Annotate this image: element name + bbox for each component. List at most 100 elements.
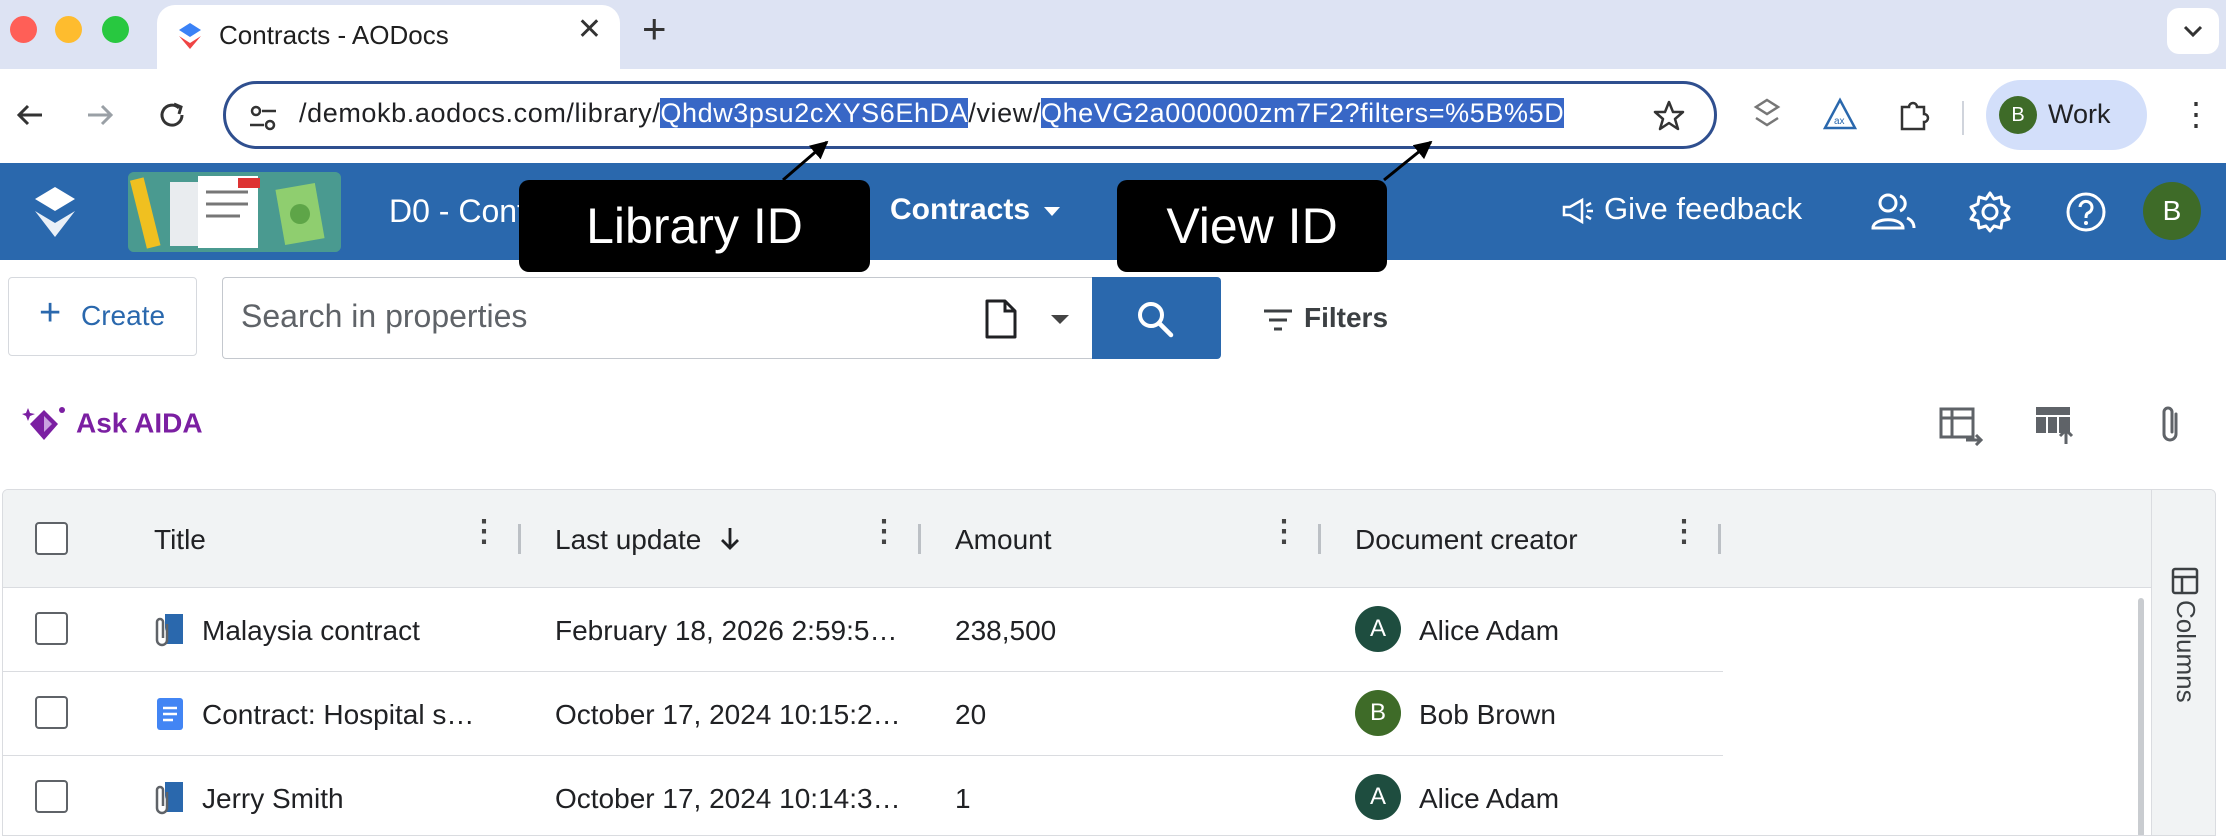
browser-toolbar: /demokb.aodocs.com/library/Qhdw3psu2cXYS… (0, 69, 2226, 163)
user-avatar[interactable]: B (2143, 182, 2201, 240)
window-minimize-button[interactable] (55, 16, 82, 43)
row-creator: Alice Adam (1419, 615, 1560, 646)
filters-button[interactable]: Filters (1262, 302, 1388, 334)
column-resize-handle[interactable] (1718, 524, 1721, 554)
extensions-puzzle-icon[interactable] (1896, 97, 1932, 133)
column-header-document-creator[interactable]: Document creator (1355, 524, 1578, 556)
give-feedback-label: Give feedback (1604, 191, 1803, 226)
table-row[interactable]: Malaysia contract February 18, 2026 2:59… (3, 588, 1723, 672)
create-button[interactable]: + Create (8, 277, 197, 356)
table-row[interactable]: Contract: Hospital s… October 17, 2024 1… (3, 672, 1723, 756)
row-checkbox[interactable] (35, 696, 68, 729)
attachment-doc-icon (155, 782, 183, 815)
browser-menu-icon[interactable]: ⋮ (2180, 95, 2212, 133)
row-amount: 20 (955, 699, 987, 730)
attachment-doc-icon (155, 614, 183, 647)
view-selector-dropdown[interactable]: Contracts (890, 193, 1061, 227)
row-last-update: February 18, 2026 2:59:5… (555, 615, 898, 646)
give-feedback-button[interactable]: Give feedback (1560, 191, 1802, 227)
url-text[interactable]: /demokb.aodocs.com/library/Qhdw3psu2cXYS… (299, 98, 1565, 129)
row-title[interactable]: Malaysia contract (202, 615, 420, 647)
sort-arrow-down-icon (721, 528, 740, 550)
filter-icon (1264, 309, 1292, 331)
column-resize-handle[interactable] (1318, 524, 1321, 554)
table-upload-icon[interactable] (2033, 404, 2079, 446)
column-menu-icon[interactable]: ⋮ (869, 514, 899, 549)
browser-tab-strip: Contracts - AODocs ✕ + (0, 0, 2226, 69)
address-bar[interactable]: /demokb.aodocs.com/library/Qhdw3psu2cXYS… (223, 81, 1717, 149)
column-menu-icon[interactable]: ⋮ (1269, 514, 1299, 549)
row-checkbox[interactable] (35, 612, 68, 645)
document-type-caret-icon[interactable] (1051, 315, 1069, 324)
site-info-icon[interactable] (248, 104, 278, 132)
back-arrow-icon[interactable] (10, 95, 50, 135)
create-label: Create (81, 300, 166, 331)
search-button[interactable] (1092, 277, 1221, 359)
columns-icon (2171, 567, 2199, 595)
search-input[interactable] (241, 298, 941, 335)
row-last-update: October 17, 2024 10:14:3… (555, 783, 901, 814)
library-name[interactable]: D0 - Cont (389, 193, 526, 230)
columns-side-panel-toggle[interactable]: Columns (2151, 490, 2215, 835)
row-creator: Bob Brown (1419, 699, 1556, 730)
documents-table: Title ⋮ Last update ⋮ Amount ⋮ Document … (2, 489, 2216, 836)
tab-title: Contracts - AODocs (219, 20, 449, 50)
column-header-amount[interactable]: Amount (955, 524, 1052, 556)
google-doc-icon (157, 698, 183, 730)
table-scrollbar[interactable] (2138, 598, 2144, 835)
library-id-callout: Library ID (519, 180, 870, 272)
window-close-button[interactable] (10, 16, 37, 43)
profile-label: Work (2048, 99, 2111, 129)
plus-icon: + (39, 292, 62, 334)
profile-avatar: B (1999, 96, 2037, 134)
browser-tab-active[interactable]: Contracts - AODocs ✕ (157, 5, 620, 69)
row-title[interactable]: Jerry Smith (202, 783, 344, 815)
aodocs-favicon-icon (179, 23, 201, 49)
row-checkbox[interactable] (35, 780, 68, 813)
column-header-last-update[interactable]: Last update (555, 524, 743, 556)
table-export-icon[interactable] (1938, 404, 1984, 446)
search-icon (1138, 302, 1174, 338)
row-title[interactable]: Contract: Hospital s… (202, 699, 474, 731)
table-row[interactable]: Jerry Smith October 17, 2024 10:14:3… 1 … (3, 756, 1723, 835)
aodocs-logo-icon[interactable] (32, 185, 78, 239)
view-selector-label: Contracts (890, 193, 1031, 226)
view-id-callout: View ID (1117, 180, 1387, 272)
reload-icon[interactable] (152, 95, 192, 135)
extension-aodocs-icon[interactable] (1752, 97, 1782, 135)
select-all-checkbox[interactable] (35, 522, 68, 555)
column-menu-icon[interactable]: ⋮ (469, 514, 499, 549)
app-header: D0 - Cont Contracts Give feedback B (0, 163, 2226, 260)
attachment-clip-icon[interactable] (2156, 404, 2186, 446)
library-banner-image (128, 172, 341, 252)
url-middle: /view/ (968, 98, 1041, 128)
row-creator: Alice Adam (1419, 783, 1560, 814)
row-amount: 238,500 (955, 615, 1057, 646)
sharing-people-icon[interactable] (1870, 190, 1918, 234)
url-prefix: /demokb.aodocs.com/library/ (299, 98, 661, 128)
close-tab-icon[interactable]: ✕ (577, 15, 602, 45)
window-maximize-button[interactable] (102, 16, 129, 43)
tab-search-button[interactable] (2167, 8, 2219, 54)
column-resize-handle[interactable] (918, 524, 921, 554)
help-icon[interactable] (2064, 190, 2108, 234)
url-library-id: Qhdw3psu2cXYS6EhDA (660, 98, 969, 128)
column-resize-handle[interactable] (518, 524, 521, 554)
profile-button[interactable]: B Work (1986, 80, 2147, 150)
bookmark-star-icon[interactable] (1652, 99, 1686, 133)
forward-arrow-icon[interactable] (80, 95, 120, 135)
chevron-down-icon (2183, 25, 2203, 38)
filters-label: Filters (1304, 302, 1389, 333)
row-last-update: October 17, 2024 10:15:2… (555, 699, 901, 730)
ask-aida-label: Ask AIDA (76, 407, 203, 439)
url-view-id: QheVG2a000000zm7F2?filters=%5B%5D (1040, 98, 1565, 128)
ask-aida-button[interactable]: Ask AIDA (22, 404, 203, 446)
document-type-icon[interactable] (983, 298, 1019, 340)
extension-triangle-icon[interactable]: ax (1822, 97, 1858, 133)
settings-gear-icon[interactable] (1968, 190, 2012, 234)
column-header-title[interactable]: Title (154, 524, 206, 556)
toolbar-divider (1962, 101, 1964, 135)
creator-avatar: A (1355, 774, 1401, 820)
new-tab-button[interactable]: + (642, 8, 667, 50)
column-menu-icon[interactable]: ⋮ (1669, 514, 1699, 549)
